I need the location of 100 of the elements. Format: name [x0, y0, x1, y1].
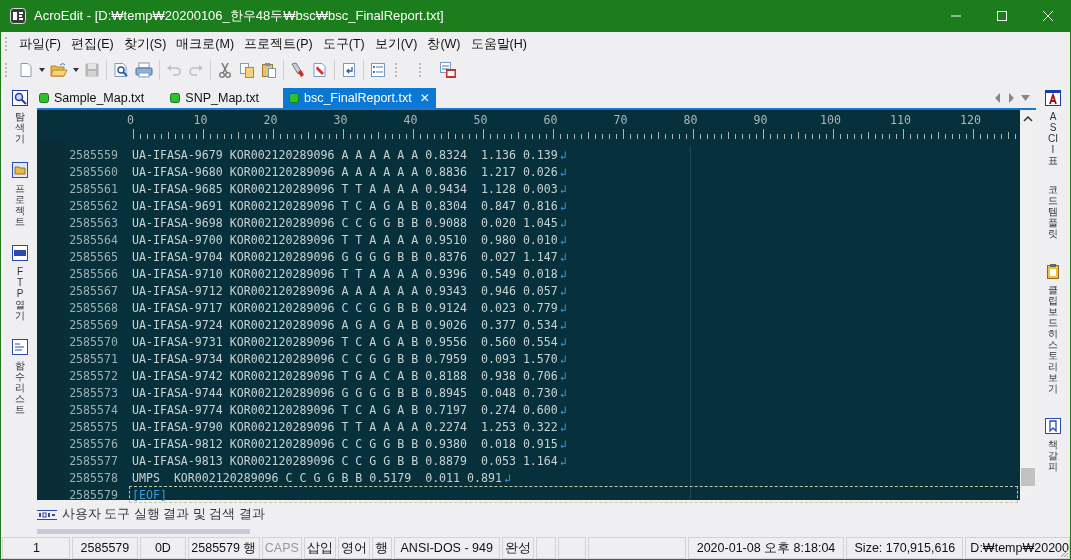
line-number: 2585574	[68, 402, 118, 417]
caret-icon	[73, 68, 79, 72]
side-panel-tab[interactable]: 함수 리스트	[15, 360, 25, 415]
function-list-icon[interactable]	[12, 339, 28, 355]
calendar-icon	[440, 62, 456, 78]
ruler-label: 80	[682, 113, 699, 129]
menu-item[interactable]: 편집(E)	[66, 35, 120, 53]
ruler-label: 10	[192, 113, 209, 129]
code-line: UA-IFASA-9691 KOR002120289096 T C A G A B 0.8304 0.847 0.816	[132, 198, 558, 213]
status-field: 2585579	[71, 537, 138, 559]
file-status-icon	[39, 93, 49, 103]
paste-icon	[261, 62, 277, 78]
scrollbar-thumb[interactable]	[1021, 468, 1035, 486]
status-field: 1	[2, 537, 70, 559]
line-number: 2585561	[68, 181, 118, 196]
code-line: UA-IFASA-9698 KOR002120289096 C C G G B B 0.9088 0.020 1.045	[132, 215, 558, 230]
tab-list-icon[interactable]	[1021, 95, 1030, 101]
code-line: UMPS KOR002120289096 C C G G B B 0.5179 0.011 0.891	[132, 470, 502, 485]
line-number: 2585575	[68, 419, 118, 434]
caret-icon	[39, 68, 45, 72]
clipboard-icon[interactable]	[1045, 263, 1061, 279]
line-end-mark: ↲	[559, 436, 567, 451]
menu-item[interactable]: 도움말(H)	[466, 35, 533, 53]
file-tab[interactable]: SNP_Map.txt	[168, 88, 269, 108]
line-number: 2585565	[68, 249, 118, 264]
status-field: 0D	[139, 537, 186, 559]
menu-item[interactable]: 찾기(S)	[119, 35, 173, 53]
status-field: CAPS	[261, 537, 302, 559]
ftp-icon[interactable]	[12, 245, 28, 261]
output-panel-tab[interactable]: 사용자 도구 실행 결과 및 검색 결과	[62, 506, 265, 523]
ruler-label: 20	[262, 113, 279, 129]
toolbar-button[interactable]	[132, 59, 156, 81]
side-panel-tab[interactable]: 책갈피	[1048, 439, 1058, 472]
print-preview-icon	[113, 62, 129, 78]
code-line: UA-IFASA-9679 KOR002120289096 A A A A A A 0.8324 1.136 0.139	[132, 147, 558, 162]
cut-icon	[217, 62, 233, 78]
close-tab-button[interactable]: ✕	[419, 91, 430, 105]
open-folder-icon	[50, 62, 68, 78]
menu-item[interactable]: 프로젝트(P)	[240, 35, 319, 53]
line-end-mark: ↲	[559, 249, 567, 264]
copy-icon	[239, 62, 255, 78]
folder-icon[interactable]	[12, 162, 28, 178]
close-icon	[1043, 11, 1053, 21]
status-field: 2020-01-08 오후 8:18:04	[687, 537, 845, 559]
scroll-right-icon[interactable]	[1008, 93, 1014, 103]
scroll-left-icon[interactable]	[995, 93, 1001, 103]
binary-output-icon[interactable]	[37, 509, 57, 520]
menu-item[interactable]: 매크로(M)	[172, 35, 241, 53]
menu-item[interactable]: 창(W)	[423, 35, 467, 53]
line-end-mark: ↲	[559, 402, 567, 417]
ruler-label: 100	[819, 113, 842, 129]
status-field: 영어	[337, 537, 370, 559]
line-number: 2585568	[68, 300, 118, 315]
bookmark-icon[interactable]	[1045, 418, 1061, 434]
line-number: 2585576	[68, 436, 118, 451]
menu-item[interactable]: 도구(T)	[318, 35, 371, 53]
search-icon[interactable]	[12, 90, 28, 106]
side-panel-tab[interactable]: 클립보드 히스토리 보기	[1048, 284, 1058, 394]
line-number: 2585564	[68, 232, 118, 247]
code-line: UA-IFASA-9712 KOR002120289096 A A A A A A 0.9343 0.946 0.057	[132, 283, 558, 298]
line-number: 2585578	[68, 470, 118, 485]
side-panel-tab[interactable]: 코드 템플릿	[1048, 184, 1058, 239]
line-end-mark: ↲	[559, 317, 567, 332]
panel-scrollbar[interactable]	[37, 529, 250, 534]
side-panel-tab[interactable]: FTP 열기	[15, 266, 25, 321]
ruler-label: 30	[332, 113, 349, 129]
line-number: 2585577	[68, 453, 118, 468]
ruler-label: 120	[959, 113, 982, 129]
side-panel-tab[interactable]: 프로젝트	[15, 183, 25, 227]
code-line: UA-IFASA-9724 KOR002120289096 A G A G A B 0.9026 0.377 0.534	[132, 317, 558, 332]
line-number: 2585572	[68, 368, 118, 383]
file-status-icon	[170, 93, 181, 103]
code-line: UA-IFASA-9813 KOR002120289096 C C G G B B 0.8879 0.053 1.164	[132, 453, 558, 468]
line-number: 2585560	[68, 164, 118, 179]
menu-item[interactable]: 보기(V)	[370, 35, 424, 53]
line-number: 2585570	[68, 334, 118, 349]
status-field: 완성	[501, 537, 534, 559]
line-end-mark: ↲	[559, 419, 567, 434]
toolbar-button[interactable]	[437, 59, 459, 81]
editor-area[interactable]	[37, 110, 1036, 500]
status-panel	[535, 537, 556, 559]
status-field: ANSI-DOS - 949	[393, 537, 500, 559]
printer-icon	[135, 62, 153, 78]
scroll-up-icon[interactable]	[1023, 116, 1033, 122]
code-line: UA-IFASA-9774 KOR002120289096 T C A G A B 0.7197 0.274 0.600	[132, 402, 558, 417]
window-title: AcroEdit - [D:₩temp₩20200106_한우48두₩bsc₩bsc_FinalReport.txt]	[34, 7, 444, 25]
line-end-mark: ↲	[559, 232, 567, 247]
side-panel-tab[interactable]: 탐색기	[15, 111, 25, 144]
file-tab[interactable]: Sample_Map.txt	[37, 88, 155, 108]
line-end-mark: ↲	[559, 385, 567, 400]
status-field: D:₩temp₩20200	[965, 537, 1070, 559]
undo-icon	[166, 62, 182, 78]
ascii-table-icon[interactable]	[1045, 90, 1061, 106]
menu-item[interactable]: 파일(F)	[15, 35, 67, 53]
file-tab[interactable]: bsc_FinalReport.txt ✕	[282, 88, 436, 108]
code-line: UA-IFASA-9680 KOR002120289096 A A A A A A 0.8836 1.217 0.026	[132, 164, 558, 179]
line-end-mark: ↲	[559, 147, 567, 162]
line-end-mark: ↲	[559, 266, 567, 281]
side-panel-tab[interactable]: ASCII 표	[1048, 111, 1058, 166]
line-end-mark: ↲	[559, 164, 567, 179]
